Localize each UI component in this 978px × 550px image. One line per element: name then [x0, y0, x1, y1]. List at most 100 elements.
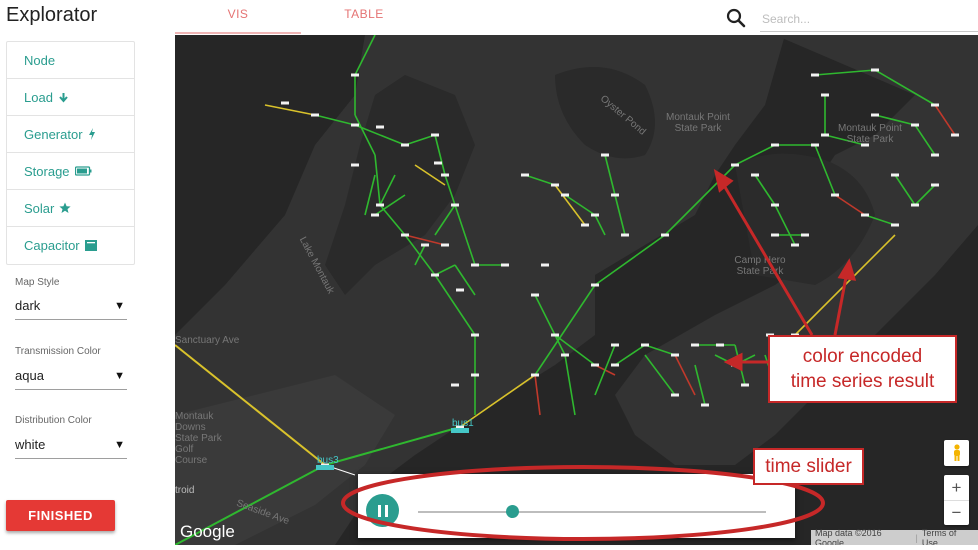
street-view-pegman-icon[interactable] [944, 440, 969, 466]
network-line [874, 69, 936, 106]
network-line [594, 214, 606, 236]
annotation-text-line2: time series result [790, 371, 935, 392]
time-slider-track[interactable] [418, 505, 766, 518]
network-line [864, 214, 896, 226]
map-style-select[interactable]: dark ▼ [15, 292, 127, 320]
network-line [414, 164, 446, 186]
network-node [891, 223, 899, 227]
network-node [771, 203, 779, 207]
layer-item-storage[interactable]: Storage [7, 153, 134, 190]
distribution-color-select[interactable]: white ▼ [15, 431, 127, 459]
network-node [434, 161, 442, 165]
network-node [691, 343, 699, 347]
google-logo: Google [180, 522, 235, 541]
network-line [444, 174, 456, 206]
bolt-icon [88, 128, 96, 140]
network-node [376, 125, 384, 129]
dropdown-arrow-icon: ▼ [114, 299, 125, 312]
map-label-troid: troid [175, 485, 195, 496]
app-title: Explorator [6, 4, 98, 26]
time-slider-thumb[interactable] [505, 505, 519, 518]
dropdown-arrow-icon: ▼ [114, 438, 125, 451]
network-node [871, 68, 879, 72]
tab-table[interactable]: TABLE [301, 0, 427, 34]
network-node [561, 353, 569, 357]
network-line [534, 294, 566, 356]
zoom-control: + − [944, 475, 969, 525]
network-node [521, 173, 529, 177]
capacitor-icon [84, 240, 97, 251]
network-line [414, 244, 426, 266]
network-node [771, 233, 779, 237]
layer-item-load[interactable]: Load [7, 79, 134, 116]
network-line [534, 374, 541, 416]
network-node [561, 193, 569, 197]
network-line [404, 134, 436, 146]
map-label-montauk-point: Montauk Point State Park [666, 112, 730, 134]
network-node [861, 213, 869, 217]
network-node [611, 363, 619, 367]
network-node [601, 153, 609, 157]
map-attribution: Map data ©2016 Google | Terms of Use [811, 527, 978, 546]
network-node [671, 353, 679, 357]
network-line [614, 194, 626, 236]
network-node [401, 143, 409, 147]
network-line [314, 114, 356, 126]
pause-button[interactable] [366, 494, 399, 527]
network-node [821, 93, 829, 97]
network-node [371, 213, 379, 217]
network-line [694, 364, 706, 406]
transmission-color-label: Transmission Color [15, 346, 101, 357]
search-icon[interactable] [726, 8, 746, 28]
pause-icon [377, 504, 381, 517]
network-line [604, 154, 616, 196]
layer-list: Node Load Generator Storage Solar Capaci… [6, 41, 135, 265]
map-data-text: Map data ©2016 Google [815, 527, 882, 546]
network-line [794, 234, 896, 336]
map-style-label: Map Style [15, 277, 60, 288]
network-node [741, 383, 749, 387]
network-node [891, 173, 899, 177]
layer-item-solar[interactable]: Solar [7, 190, 134, 227]
network-line [434, 204, 456, 236]
network-line [524, 174, 556, 186]
network-line [734, 144, 776, 166]
zoom-in-button[interactable]: + [944, 475, 969, 500]
layer-item-label: Node [24, 52, 56, 68]
map-label-montauk-downs: Montauk Downs State Park Golf Course [175, 411, 222, 466]
distribution-color-label: Distribution Color [15, 415, 92, 426]
network-node [911, 123, 919, 127]
network-line [594, 344, 616, 396]
network-node [456, 288, 464, 292]
network-line [594, 234, 666, 286]
layer-item-capacitor[interactable]: Capacitor [7, 227, 134, 264]
network-line [814, 69, 876, 76]
network-node [621, 233, 629, 237]
network-node [541, 263, 549, 267]
network-node [351, 163, 359, 167]
layer-item-generator[interactable]: Generator [7, 116, 134, 153]
network-line [454, 204, 476, 266]
network-line [354, 35, 376, 76]
network-node [311, 113, 319, 117]
network-line [364, 174, 376, 216]
network-node [551, 333, 559, 337]
finished-button[interactable]: FINISHED [6, 500, 115, 531]
bus-label-bus1[interactable]: bus1 [452, 418, 474, 429]
network-node [661, 233, 669, 237]
bus-label-bus3[interactable]: bus3 [317, 455, 339, 466]
tab-vis[interactable]: VIS [175, 0, 301, 34]
network-line [834, 194, 866, 216]
network-node [701, 403, 709, 407]
distribution-color-value: white [15, 437, 46, 452]
terms-link[interactable]: Terms of Use [922, 528, 974, 546]
search-input[interactable] [760, 6, 978, 32]
zoom-out-button[interactable]: − [944, 500, 969, 525]
network-line [324, 426, 461, 466]
network-node [431, 273, 439, 277]
transmission-color-value: aqua [15, 368, 44, 383]
layer-item-node[interactable]: Node [7, 42, 134, 79]
app-root: Explorator Node Load Generator Storage S… [0, 0, 978, 550]
transmission-color-select[interactable]: aqua ▼ [15, 362, 127, 390]
map-label-camp-hero: Camp Hero State Park [734, 255, 786, 277]
